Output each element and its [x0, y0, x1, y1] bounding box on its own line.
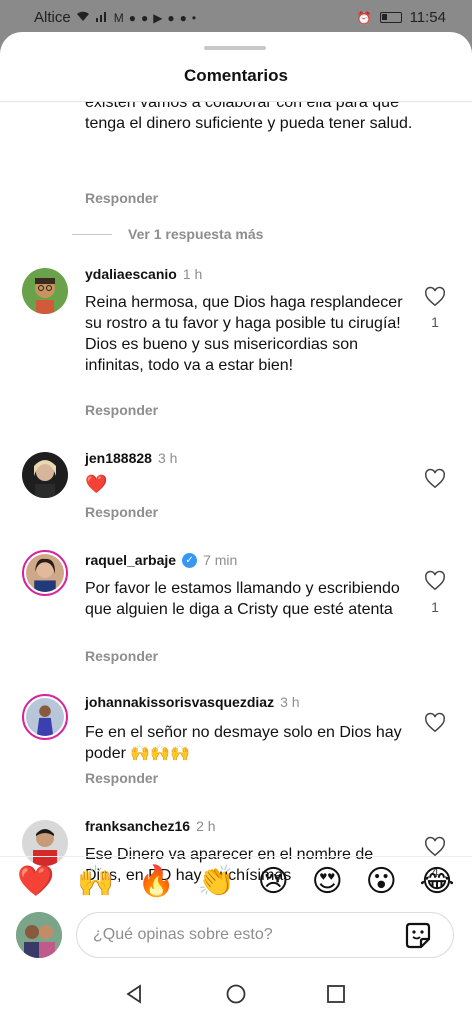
comment-username[interactable]: johannakissorisvasquezdiaz — [85, 694, 274, 710]
comment-header: jen188828 3 h — [85, 450, 177, 466]
comment-header: raquel_arbaje ✓ 7 min — [85, 552, 237, 568]
reaction-clap-icon[interactable]: 👏 — [198, 866, 235, 897]
reply-button[interactable]: Responder — [85, 504, 158, 520]
comment-username[interactable]: ydaliaescanio — [85, 266, 177, 282]
carrier-label: Altice — [34, 9, 71, 26]
more-dots-icon: • — [191, 10, 197, 25]
comment-username[interactable]: jen188828 — [85, 450, 152, 466]
comment-header: franksanchez16 2 h — [85, 818, 216, 834]
battery-icon — [379, 12, 402, 23]
comment-header: johannakissorisvasquezdiaz 3 h — [85, 694, 300, 710]
home-icon[interactable] — [226, 984, 246, 1009]
verified-badge-icon: ✓ — [182, 552, 198, 568]
quick-reactions-bar: ❤️ 🙌 🔥 👏 😢 😍 😮 😂 — [0, 856, 472, 906]
avatar[interactable] — [22, 268, 68, 314]
messenger-icon: ● — [179, 10, 187, 25]
system-nav-bar — [0, 962, 472, 1024]
reaction-heart-icon[interactable]: ❤️ — [17, 866, 54, 897]
avatar[interactable] — [22, 550, 68, 596]
like-count: 1 — [431, 314, 439, 330]
status-left: Altice M ● ● ▶ ● ● • — [34, 9, 196, 26]
comment-time: 7 min — [203, 552, 238, 568]
comment-text: Por favor le estamos llamando y escribie… — [85, 580, 400, 618]
pinterest-icon: ● — [140, 10, 149, 25]
reply-button[interactable]: Responder — [85, 770, 158, 786]
like-heart-icon[interactable] — [424, 836, 446, 858]
avatar[interactable] — [22, 694, 68, 740]
status-right: ⏰ 11:54 — [357, 9, 446, 26]
reaction-fire-icon[interactable]: 🔥 — [137, 866, 174, 897]
comment-time: 1 h — [182, 266, 203, 282]
comment-header: ydaliaescanio 1 h — [85, 266, 202, 282]
like-heart-icon[interactable] — [424, 468, 446, 490]
view-more-replies[interactable]: Ver 1 respuesta más — [72, 226, 263, 242]
comment-time: 2 h — [196, 818, 216, 834]
like-heart-icon[interactable] — [424, 570, 446, 592]
comment-username[interactable]: raquel_arbaje — [85, 552, 176, 568]
reaction-laughing-icon[interactable]: 😂 — [420, 866, 455, 897]
status-bar: Altice M ● ● ▶ ● ● • ⏰ 11:54 — [0, 0, 472, 34]
my-avatar — [16, 912, 62, 958]
comments-list[interactable]: existen vamos a colaborar con ella para … — [0, 102, 472, 888]
comment-input-placeholder: ¿Qué opinas sobre esto? — [93, 926, 273, 943]
reaction-raised-hands-icon[interactable]: 🙌 — [77, 866, 114, 897]
comment-time: 3 h — [280, 694, 300, 710]
reaction-crying-icon[interactable]: 😢 — [258, 866, 289, 897]
signal-icon — [95, 10, 109, 25]
sheet-title: Comentarios — [184, 66, 288, 85]
drag-handle[interactable] — [204, 46, 266, 50]
comment-time: 3 h — [157, 450, 178, 466]
comments-sheet: Comentarios existen vamos a colaborar co… — [0, 32, 472, 1024]
wifi-icon — [76, 10, 90, 25]
sticker-icon[interactable] — [403, 921, 433, 951]
reply-button[interactable]: Responder — [85, 648, 158, 664]
gmail-icon: M — [113, 10, 124, 25]
facebook-icon: ● — [128, 10, 136, 25]
reaction-heart-eyes-icon[interactable]: 😍 — [312, 866, 343, 897]
like-heart-icon[interactable] — [424, 286, 446, 308]
view-more-label: Ver 1 respuesta más — [128, 226, 264, 242]
comment-input[interactable]: ¿Qué opinas sobre esto? — [76, 912, 454, 958]
clock-label: 11:54 — [409, 9, 446, 26]
like-count: 1 — [431, 599, 439, 615]
avatar[interactable] — [22, 452, 68, 498]
reaction-surprised-icon[interactable]: 😮 — [366, 866, 397, 897]
youtube-icon: ▶ — [153, 10, 163, 25]
comment-composer: ¿Qué opinas sobre esto? — [0, 910, 472, 962]
partial-comment-text: existen vamos a colaborar con ella para … — [85, 102, 413, 132]
comment-username[interactable]: franksanchez16 — [85, 818, 190, 834]
back-icon[interactable] — [124, 984, 144, 1009]
like-heart-icon[interactable] — [424, 712, 446, 734]
comment-text: ❤️ — [85, 474, 108, 494]
alarm-icon: ⏰ — [356, 10, 372, 25]
comment-text: Fe en el señor no desmaye solo en Dios h… — [85, 724, 402, 762]
reply-button[interactable]: Responder — [85, 190, 158, 206]
whatsapp-icon: ● — [167, 10, 175, 25]
reply-button[interactable]: Responder — [85, 402, 158, 418]
recents-icon[interactable] — [326, 984, 346, 1009]
divider-line — [72, 233, 112, 235]
comment-text: Reina hermosa, que Dios haga resplandece… — [85, 294, 403, 374]
